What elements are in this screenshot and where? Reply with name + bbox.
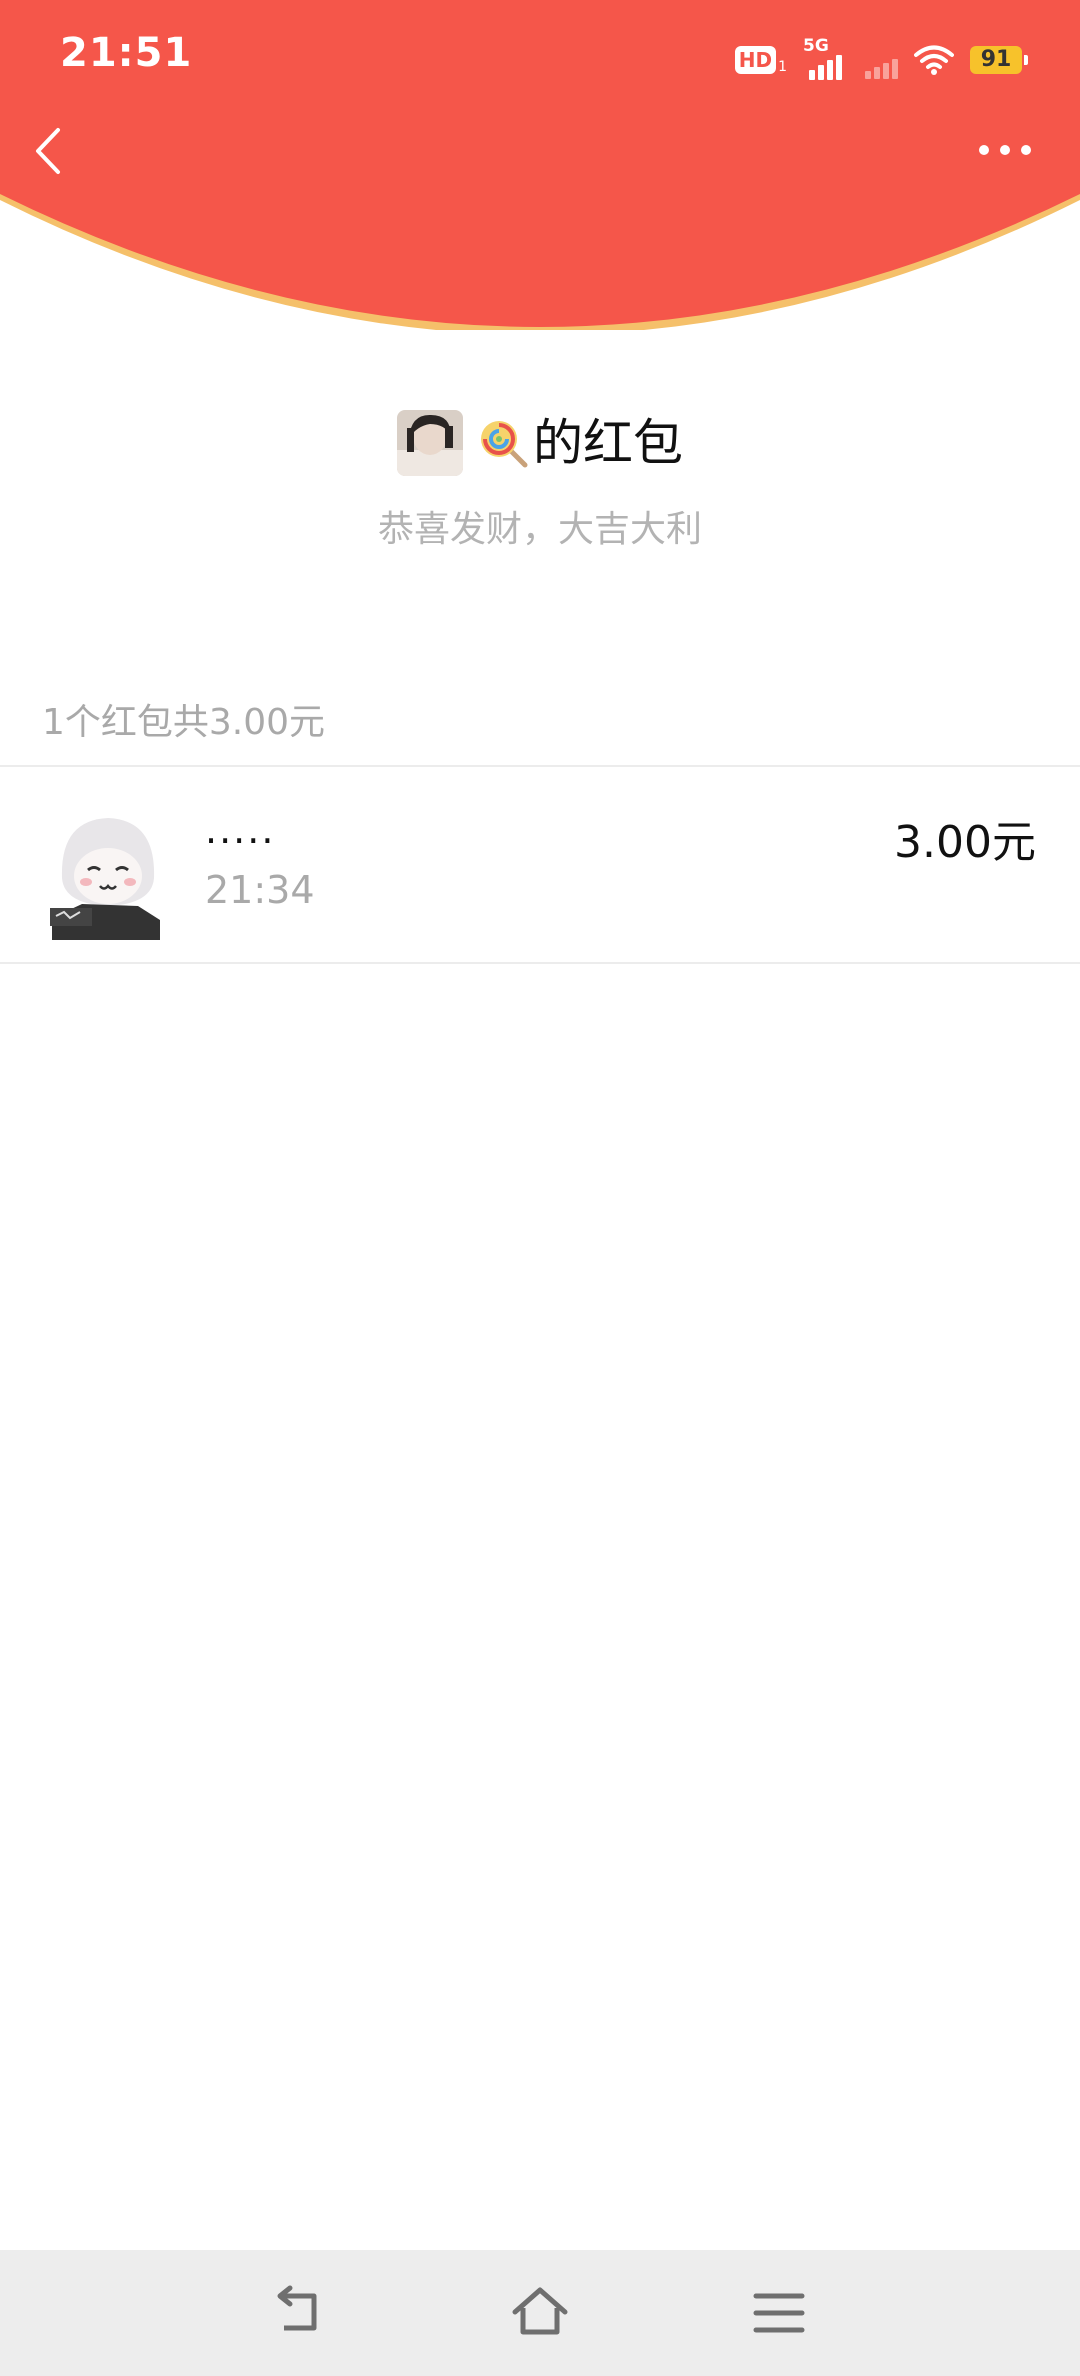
system-menu-button[interactable] <box>746 2280 812 2346</box>
nav-menu-icon <box>753 2293 805 2333</box>
wifi-icon <box>914 45 954 75</box>
system-home-button[interactable] <box>507 2280 573 2346</box>
sender-avatar-image <box>397 410 463 476</box>
lollipop-emoji <box>477 417 529 469</box>
packet-summary: 1个红包共3.00元 <box>42 702 326 743</box>
hd-icon: HD 1 <box>734 46 787 75</box>
more-dots-icon <box>979 145 1031 155</box>
nav-home-icon <box>512 2287 568 2335</box>
red-packet-detail-page: 21:51 HD 1 5G 91 的红包 恭喜发财，大吉大利 1个红包共3.00… <box>0 0 1080 2376</box>
divider <box>0 962 1080 964</box>
signal-5g-icon: 5G <box>803 36 849 80</box>
battery-icon: 91 <box>970 46 1028 74</box>
blessing-text: 恭喜发财，大吉大利 <box>377 509 702 550</box>
receiver-amount: 3.00元 <box>894 817 1036 868</box>
sender-line: 的红包 <box>0 408 1080 478</box>
receiver-time: 21:34 <box>205 868 315 912</box>
receiver-avatar-image <box>42 808 174 940</box>
status-icons: HD 1 5G 91 <box>734 36 1028 82</box>
nav-back-icon <box>277 2285 317 2331</box>
system-back-button[interactable] <box>268 2280 334 2346</box>
sender-avatar[interactable] <box>397 410 463 476</box>
status-time: 21:51 <box>60 30 193 76</box>
signal-secondary-icon <box>865 51 898 79</box>
receiver-avatar[interactable] <box>42 808 174 940</box>
sender-title: 的红包 <box>533 414 683 472</box>
chevron-left-icon <box>36 128 60 174</box>
receiver-name: ..... <box>205 808 276 852</box>
receiver-row[interactable]: ..... 21:34 3.00元 <box>0 768 1080 962</box>
hd-sub-label: 1 <box>778 59 787 75</box>
divider <box>0 765 1080 767</box>
more-button[interactable] <box>970 130 1040 170</box>
hd-label: HD <box>734 46 777 74</box>
back-button[interactable] <box>24 118 84 184</box>
status-bar: 21:51 HD 1 5G 91 <box>0 0 1080 115</box>
system-navigation-bar <box>0 2250 1080 2376</box>
